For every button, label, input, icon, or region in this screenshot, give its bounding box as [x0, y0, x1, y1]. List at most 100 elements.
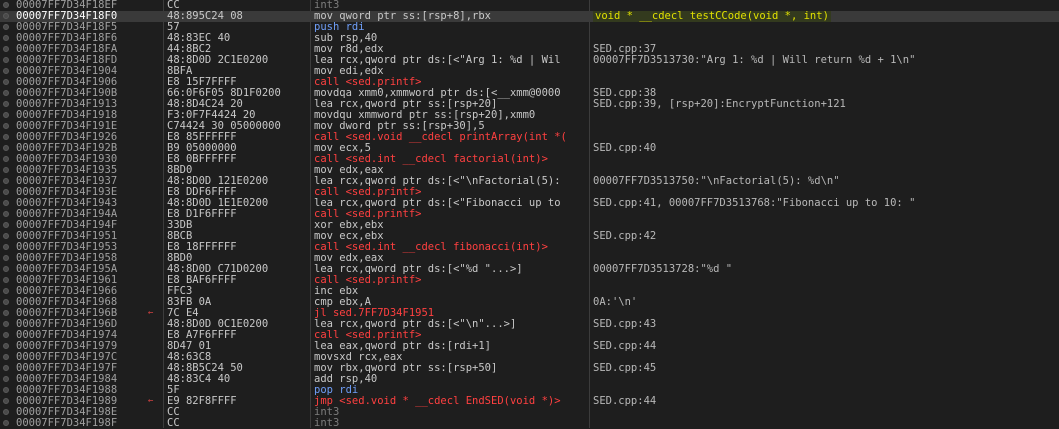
breakpoint-gutter[interactable] — [0, 341, 14, 352]
instruction-row[interactable]: 00007FF7D34F194F 33DB xor ebx,ebx — [0, 220, 1059, 231]
instruction-row[interactable]: 00007FF7D34F192B B9 05000000 mov ecx,5 SED.… — [0, 143, 1059, 154]
breakpoint-gutter[interactable] — [0, 66, 14, 77]
breakpoint-dot-icon[interactable] — [3, 310, 9, 316]
breakpoint-gutter[interactable] — [0, 308, 14, 319]
instruction-row[interactable]: 00007FF7D34F1951 8BCB mov ecx,ebx SED.cpp:4… — [0, 231, 1059, 242]
breakpoint-gutter[interactable] — [0, 264, 14, 275]
breakpoint-dot-icon[interactable] — [3, 321, 9, 327]
breakpoint-dot-icon[interactable] — [3, 365, 9, 371]
instruction-row[interactable]: 00007FF7D34F198F CC int3 — [0, 418, 1059, 429]
instruction-row[interactable]: 00007FF7D34F18EF CC int3 — [0, 0, 1059, 11]
breakpoint-gutter[interactable] — [0, 319, 14, 330]
breakpoint-gutter[interactable] — [0, 242, 14, 253]
breakpoint-gutter[interactable] — [0, 209, 14, 220]
instruction-row[interactable]: 00007FF7D34F1926 E8 85FFFFFF call <sed.voi… — [0, 132, 1059, 143]
breakpoint-gutter[interactable] — [0, 385, 14, 396]
breakpoint-dot-icon[interactable] — [3, 134, 9, 140]
breakpoint-gutter[interactable] — [0, 220, 14, 231]
breakpoint-dot-icon[interactable] — [3, 343, 9, 349]
breakpoint-gutter[interactable] — [0, 77, 14, 88]
breakpoint-gutter[interactable] — [0, 330, 14, 341]
breakpoint-dot-icon[interactable] — [3, 299, 9, 305]
breakpoint-gutter[interactable] — [0, 44, 14, 55]
breakpoint-gutter[interactable] — [0, 396, 14, 407]
breakpoint-dot-icon[interactable] — [3, 156, 9, 162]
instruction-row[interactable]: ← 00007FF7D34F196B 7C E4 jl sed.7FF7D34F195… — [0, 308, 1059, 319]
breakpoint-dot-icon[interactable] — [3, 13, 9, 19]
breakpoint-gutter[interactable] — [0, 418, 14, 429]
instruction-row[interactable]: 00007FF7D34F1906 E8 15F7FFFF call <sed.pri… — [0, 77, 1059, 88]
breakpoint-dot-icon[interactable] — [3, 57, 9, 63]
breakpoint-dot-icon[interactable] — [3, 123, 9, 129]
breakpoint-gutter[interactable] — [0, 407, 14, 418]
instruction-row[interactable]: ← 00007FF7D34F1989 E9 82F8FFFF jmp <sed.voi… — [0, 396, 1059, 407]
breakpoint-gutter[interactable] — [0, 110, 14, 121]
breakpoint-gutter[interactable] — [0, 198, 14, 209]
breakpoint-dot-icon[interactable] — [3, 409, 9, 415]
disassembly-view[interactable]: 00007FF7D34F18EF CC int3 00007FF7D34F18F0 48… — [0, 0, 1059, 429]
instruction-row[interactable]: 00007FF7D34F190B 66:0F6F05 8D1F0200 movdqa… — [0, 88, 1059, 99]
instruction-row[interactable]: 00007FF7D34F1935 8BD0 mov edx,eax — [0, 165, 1059, 176]
breakpoint-gutter[interactable] — [0, 286, 14, 297]
breakpoint-dot-icon[interactable] — [3, 79, 9, 85]
instruction-row[interactable]: 00007FF7D34F1943 48:8D0D 1E1E0200 lea rcx,… — [0, 198, 1059, 209]
breakpoint-dot-icon[interactable] — [3, 332, 9, 338]
breakpoint-dot-icon[interactable] — [3, 35, 9, 41]
breakpoint-gutter[interactable] — [0, 363, 14, 374]
breakpoint-dot-icon[interactable] — [3, 68, 9, 74]
breakpoint-dot-icon[interactable] — [3, 266, 9, 272]
instruction-row[interactable]: 00007FF7D34F1966 FFC3 inc ebx — [0, 286, 1059, 297]
breakpoint-dot-icon[interactable] — [3, 189, 9, 195]
breakpoint-dot-icon[interactable] — [3, 376, 9, 382]
breakpoint-dot-icon[interactable] — [3, 101, 9, 107]
instruction-row[interactable]: 00007FF7D34F1904 8BFA mov edi,edx — [0, 66, 1059, 77]
instruction-row[interactable]: 00007FF7D34F1961 E8 BAF6FFFF call <sed.pri… — [0, 275, 1059, 286]
breakpoint-gutter[interactable] — [0, 132, 14, 143]
breakpoint-dot-icon[interactable] — [3, 387, 9, 393]
instruction-row[interactable]: 00007FF7D34F1953 E8 18FFFFFF call <sed.int… — [0, 242, 1059, 253]
breakpoint-gutter[interactable] — [0, 99, 14, 110]
breakpoint-gutter[interactable] — [0, 231, 14, 242]
breakpoint-gutter[interactable] — [0, 121, 14, 132]
breakpoint-gutter[interactable] — [0, 55, 14, 66]
instruction-row[interactable]: 00007FF7D34F1918 F3:0F7F4424 20 movdqu xmm… — [0, 110, 1059, 121]
instruction-row[interactable]: 00007FF7D34F1930 E8 0BFFFFFF call <sed.int… — [0, 154, 1059, 165]
breakpoint-gutter[interactable] — [0, 165, 14, 176]
breakpoint-dot-icon[interactable] — [3, 354, 9, 360]
breakpoint-dot-icon[interactable] — [3, 398, 9, 404]
instruction-row[interactable]: 00007FF7D34F198E CC int3 — [0, 407, 1059, 418]
breakpoint-dot-icon[interactable] — [3, 244, 9, 250]
instruction-row[interactable]: 00007FF7D34F1958 8BD0 mov edx,eax — [0, 253, 1059, 264]
breakpoint-gutter[interactable] — [0, 253, 14, 264]
breakpoint-gutter[interactable] — [0, 33, 14, 44]
breakpoint-gutter[interactable] — [0, 22, 14, 33]
breakpoint-gutter[interactable] — [0, 0, 14, 11]
breakpoint-dot-icon[interactable] — [3, 222, 9, 228]
breakpoint-gutter[interactable] — [0, 187, 14, 198]
breakpoint-gutter[interactable] — [0, 352, 14, 363]
breakpoint-dot-icon[interactable] — [3, 233, 9, 239]
instruction-row[interactable]: 00007FF7D34F1937 48:8D0D 121E0200 lea rcx,… — [0, 176, 1059, 187]
breakpoint-dot-icon[interactable] — [3, 24, 9, 30]
instruction-row[interactable]: 00007FF7D34F1974 E8 A7F6FFFF call <sed.pri… — [0, 330, 1059, 341]
breakpoint-dot-icon[interactable] — [3, 211, 9, 217]
instruction-row[interactable]: 00007FF7D34F1913 48:8D4C24 20 lea rcx,qwor… — [0, 99, 1059, 110]
instruction-row[interactable]: 00007FF7D34F1979 8D47 01 lea eax,qword ptr… — [0, 341, 1059, 352]
instruction-row[interactable]: 00007FF7D34F18F6 48:83EC 40 sub rsp,40 — [0, 33, 1059, 44]
instruction-row[interactable]: 00007FF7D34F18FD 48:8D0D 2C1E0200 lea rcx,… — [0, 55, 1059, 66]
instruction-row[interactable]: 00007FF7D34F197F 48:8B5C24 50 mov rbx,qwor… — [0, 363, 1059, 374]
breakpoint-dot-icon[interactable] — [3, 112, 9, 118]
breakpoint-gutter[interactable] — [0, 176, 14, 187]
instruction-row[interactable]: 00007FF7D34F191E C74424 30 05000000 mov dw… — [0, 121, 1059, 132]
breakpoint-dot-icon[interactable] — [3, 178, 9, 184]
breakpoint-gutter[interactable] — [0, 11, 14, 22]
breakpoint-gutter[interactable] — [0, 374, 14, 385]
breakpoint-gutter[interactable] — [0, 154, 14, 165]
instruction-row[interactable]: 00007FF7D34F194A E8 D1F6FFFF call <sed.pri… — [0, 209, 1059, 220]
instruction-row[interactable]: 00007FF7D34F18FA 44:8BC2 mov r8d,edx SED.cp… — [0, 44, 1059, 55]
breakpoint-dot-icon[interactable] — [3, 46, 9, 52]
breakpoint-dot-icon[interactable] — [3, 277, 9, 283]
breakpoint-gutter[interactable] — [0, 88, 14, 99]
breakpoint-dot-icon[interactable] — [3, 145, 9, 151]
breakpoint-dot-icon[interactable] — [3, 255, 9, 261]
